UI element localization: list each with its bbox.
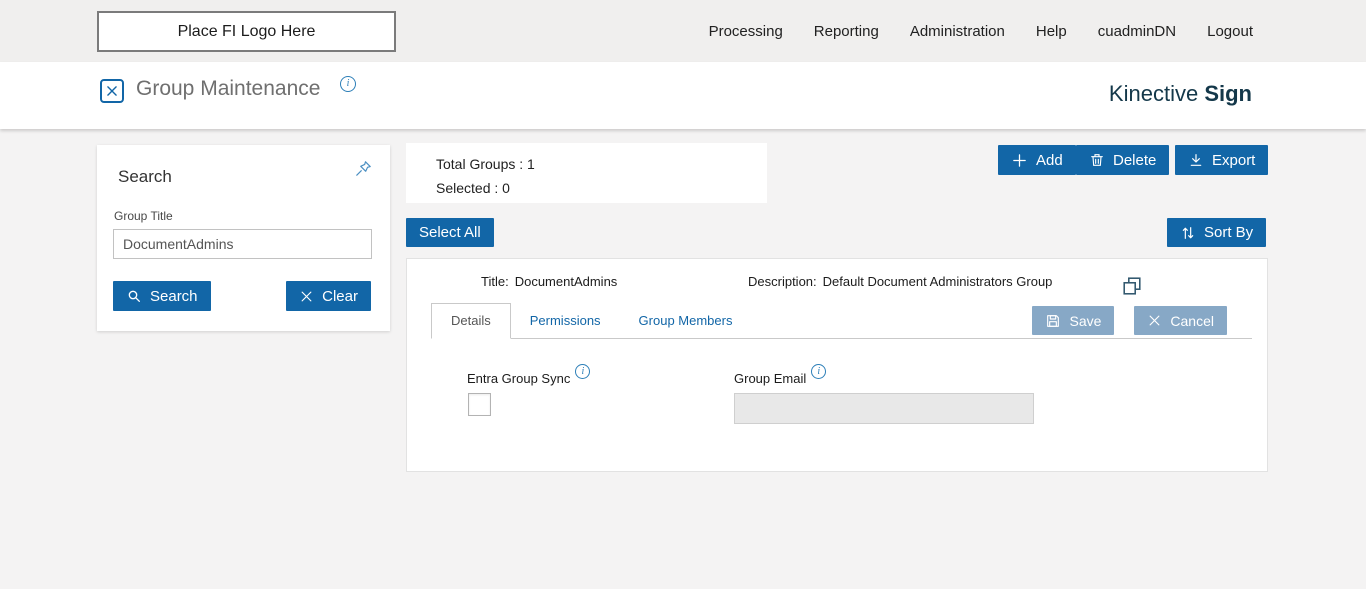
group-description-field-value: Default Document Administrators Group xyxy=(822,274,1053,289)
add-button-label: Add xyxy=(1036,151,1063,169)
cancel-button[interactable]: Cancel xyxy=(1134,306,1227,335)
group-title-text: Title: DocumentAdmins xyxy=(481,274,617,289)
clear-button-label: Clear xyxy=(322,287,358,305)
delete-button-label: Delete xyxy=(1113,151,1157,169)
group-title-field-value: DocumentAdmins xyxy=(514,274,618,289)
search-button[interactable]: Search xyxy=(113,281,211,311)
group-description-field-label: Description: xyxy=(748,274,817,289)
nav-user-cuadmindn[interactable]: cuadminDN xyxy=(1098,23,1176,40)
search-panel: Search Group Title Search Clear xyxy=(97,145,390,331)
cancel-button-label: Cancel xyxy=(1170,312,1214,329)
fi-logo-text: Place FI Logo Here xyxy=(177,22,316,40)
topbar: Place FI Logo Here Processing Reporting … xyxy=(0,0,1366,62)
group-email-input xyxy=(734,393,1034,424)
select-all-label: Select All xyxy=(419,224,481,241)
group-title-label: Group Title xyxy=(114,209,173,223)
tab-details[interactable]: Details xyxy=(431,303,511,339)
page-title: Group Maintenance xyxy=(136,77,321,100)
total-groups-text: Total Groups : 1 xyxy=(436,156,535,172)
entra-group-sync-info-icon[interactable]: i xyxy=(575,364,591,379)
tab-group-members[interactable]: Group Members xyxy=(620,304,752,338)
group-title-input[interactable] xyxy=(113,229,372,259)
search-button-label: Search xyxy=(150,287,198,305)
brand-logo: Kinective Sign xyxy=(1109,81,1252,107)
top-nav: Processing Reporting Administration Help… xyxy=(709,0,1253,62)
brand-primary: Kinective xyxy=(1108,81,1199,106)
entra-group-sync-checkbox[interactable] xyxy=(468,393,491,416)
pin-icon[interactable] xyxy=(354,159,373,183)
maintenance-icon xyxy=(100,79,124,103)
select-all-button[interactable]: Select All xyxy=(406,218,494,247)
summary-panel: Total Groups : 1 Selected : 0 xyxy=(406,143,767,203)
export-button[interactable]: Export xyxy=(1175,145,1269,175)
save-button[interactable]: Save xyxy=(1032,306,1115,335)
add-button[interactable]: Add xyxy=(998,145,1076,175)
nav-reporting[interactable]: Reporting xyxy=(814,23,879,40)
page: Place FI Logo Here Processing Reporting … xyxy=(0,0,1366,589)
sort-by-label: Sort By xyxy=(1204,224,1254,241)
clear-button[interactable]: Clear xyxy=(286,281,371,311)
delete-button[interactable]: Delete xyxy=(1076,145,1170,175)
entra-group-sync-label: Entra Group Sync xyxy=(467,371,571,386)
nav-processing[interactable]: Processing xyxy=(709,23,783,40)
nav-help[interactable]: Help xyxy=(1036,23,1067,40)
tab-permissions[interactable]: Permissions xyxy=(511,304,620,338)
search-panel-title: Search xyxy=(118,167,172,186)
page-info-icon[interactable]: i xyxy=(340,76,356,92)
group-email-info-icon[interactable]: i xyxy=(811,364,827,379)
group-email-label: Group Email xyxy=(734,371,807,386)
nav-administration[interactable]: Administration xyxy=(910,23,1005,40)
export-button-label: Export xyxy=(1212,151,1256,169)
group-description-text: Description: Default Document Administrat… xyxy=(748,274,1052,289)
page-header: Group Maintenance i Kinective Sign xyxy=(0,62,1366,129)
group-title-field-label: Title: xyxy=(481,274,509,289)
group-email-label-row: Group Email i xyxy=(734,364,827,386)
entra-group-sync-label-row: Entra Group Sync i xyxy=(467,364,591,386)
selected-count-text: Selected : 0 xyxy=(436,180,510,196)
main-content: Search Group Title Search Clear xyxy=(0,129,1366,589)
copy-icon[interactable] xyxy=(1121,275,1143,302)
save-button-label: Save xyxy=(1069,312,1102,329)
fi-logo-placeholder: Place FI Logo Here xyxy=(97,11,396,52)
group-card: Title: DocumentAdmins Description: Default… xyxy=(406,258,1268,472)
card-actions: Save Cancel xyxy=(1032,306,1227,335)
sort-by-button[interactable]: Sort By xyxy=(1167,218,1267,247)
brand-secondary: Sign xyxy=(1204,81,1252,106)
nav-logout[interactable]: Logout xyxy=(1207,23,1253,40)
